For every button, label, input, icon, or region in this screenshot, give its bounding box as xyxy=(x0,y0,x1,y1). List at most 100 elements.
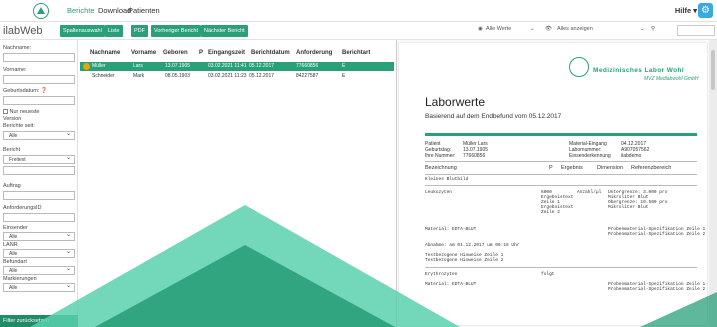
reset-filter-button[interactable]: Filter zurücksetzen xyxy=(0,315,78,327)
cell-report-type: E xyxy=(342,63,346,69)
help-label: Hilfe xyxy=(674,6,692,15)
col-header-report-type[interactable]: Berichtart xyxy=(342,50,370,56)
number-label: Ihre Nummer: xyxy=(425,153,456,159)
cell-lastname: Schneider xyxy=(92,73,115,79)
findings-select[interactable]: Alle xyxy=(3,265,75,275)
top-nav: Berichte Download Patienten Hilfe ▾ ⚙ xyxy=(0,0,717,22)
divider xyxy=(425,161,697,162)
lanr-select[interactable]: Alle xyxy=(3,248,75,258)
divider xyxy=(425,267,697,268)
table-row[interactable]: Schneider Mark 08.05.1903 03.02.2021 11:… xyxy=(80,72,394,81)
birthdate-input[interactable] xyxy=(3,96,75,105)
column-select-button[interactable]: Spaltenauswahl xyxy=(60,25,105,37)
order-id-label: AnforderungsID xyxy=(3,205,42,211)
report-viewer: Medizinisches Labor Wohl MVZ Medlabwohl … xyxy=(396,40,717,327)
order-id-input[interactable] xyxy=(3,213,75,222)
app-logo-icon[interactable] xyxy=(33,3,49,19)
birthdate-label: Geburtsdatum: ❓ xyxy=(3,88,48,94)
settings-gear-icon[interactable]: ⚙ xyxy=(698,3,713,18)
show-filter-select[interactable]: Alles anzeigen xyxy=(557,26,593,32)
show-chevron-down-icon: ⌄ xyxy=(640,26,645,32)
nav-berichte[interactable]: Berichte xyxy=(67,6,95,15)
accent-divider xyxy=(425,133,697,136)
birthdate-label-text: Geburtsdatum: xyxy=(3,88,40,94)
markings-select[interactable]: Alle xyxy=(3,282,75,292)
report-select[interactable]: Freitext xyxy=(3,154,75,164)
report-document: Medizinisches Labor Wohl MVZ Medlabwohl … xyxy=(399,43,707,325)
table-row[interactable]: Müller Lars 13.07.1905 03.02.2021 11:41 … xyxy=(80,62,394,71)
results-table: Nachname Vorname Geboren P Eingangszeit … xyxy=(78,40,396,327)
erythro-name: Erythrozyten xyxy=(425,272,458,277)
lastname-label: Nachname: xyxy=(3,45,32,51)
firstname-label: Vorname: xyxy=(3,67,27,73)
lanr-label: LANR xyxy=(3,242,18,248)
cell-order: 77660856 xyxy=(296,63,319,69)
list-button[interactable]: Liste xyxy=(105,25,123,37)
test-notes: Testbezogene Hinweise Zeile 1 Testbezoge… xyxy=(425,253,504,263)
values-filter-icon: ◉ xyxy=(478,26,483,32)
order-input[interactable] xyxy=(3,191,75,200)
brand-title: ilabWeb xyxy=(3,25,43,37)
col-header-firstname[interactable]: Vorname xyxy=(131,50,156,56)
lab-subtitle: MVZ Medlabwohl GmbH xyxy=(644,76,699,82)
col-header-born[interactable]: Geboren xyxy=(163,50,188,56)
sampling-line: Abnahme: am 01.12.2017 um 09:15 Uhr xyxy=(425,243,520,248)
nav-download[interactable]: Download xyxy=(98,6,131,15)
cell-report-type: E xyxy=(342,73,346,79)
report-text-input[interactable] xyxy=(3,166,75,175)
cell-born: 13.07.1905 xyxy=(165,63,191,69)
report-subtitle: Basierend auf dem Endbefund vom 05.12.20… xyxy=(425,113,562,120)
sender-select[interactable]: Alle xyxy=(3,231,75,241)
cell-report-date: 05.12.2017 xyxy=(249,73,275,79)
version-label: Version xyxy=(3,116,22,122)
material-line: Material: EDTA-BLUT xyxy=(425,227,477,232)
firstname-input[interactable] xyxy=(3,75,75,84)
nav-patienten[interactable]: Patienten xyxy=(128,6,160,15)
sender-code-label: Einsenderkennung xyxy=(569,153,611,159)
report-title: Laborwerte xyxy=(425,95,486,109)
cell-order: 84227587 xyxy=(296,73,319,79)
lab-name: Medizinisches Labor Wohl xyxy=(593,67,685,74)
lab-logo-icon xyxy=(569,57,589,77)
col-header-received[interactable]: Eingangszeit xyxy=(208,50,245,56)
specification-lines: Probenmaterial-Spezifikation Zeile 1 Pro… xyxy=(608,227,706,237)
values-filter-select[interactable]: Alle Werte xyxy=(486,26,511,32)
toolbar: ilabWeb Spaltenauswahl Liste PDF Vorheri… xyxy=(0,22,717,40)
cell-report-date: 05.12.2017 xyxy=(249,63,275,69)
checkbox-box[interactable] xyxy=(3,109,8,115)
reports-since-select[interactable]: Alle xyxy=(3,130,75,140)
pdf-button[interactable]: PDF xyxy=(131,25,148,37)
col-header-order[interactable]: Anforderung xyxy=(296,50,332,56)
cell-born: 08.05.1903 xyxy=(165,73,191,79)
cell-firstname: Mark xyxy=(133,73,145,79)
leuko-result: 6000 Ergebnistext Zeile 1 Ergebnistext Z… xyxy=(541,190,574,215)
erythro-result: folgt xyxy=(541,272,555,277)
col-header-report-date[interactable]: Berichtdatum xyxy=(251,50,290,56)
next-report-button[interactable]: Nächster Bericht xyxy=(201,25,248,37)
viewer-scrollbar[interactable] xyxy=(709,40,717,327)
col-header-lastname[interactable]: Nachname xyxy=(90,50,120,56)
order-label: Auftrag xyxy=(3,183,21,189)
divider xyxy=(425,174,697,175)
help-menu[interactable]: Hilfe ▾ xyxy=(675,6,697,15)
lastname-input[interactable] xyxy=(3,53,75,62)
col-header-p[interactable]: P xyxy=(199,50,203,56)
cell-firstname: Lars xyxy=(133,63,143,69)
col-p: P xyxy=(549,165,553,171)
col-reference: Referenzbereich xyxy=(631,165,672,171)
divider xyxy=(425,185,697,186)
only-newest-checkbox[interactable]: Nur neueste xyxy=(3,109,40,115)
section-title: Kleines Blutbild xyxy=(425,177,469,182)
col-result: Ergebnis xyxy=(561,165,583,171)
reports-since-label: Berichte seit: xyxy=(3,123,35,129)
search-input[interactable] xyxy=(677,25,715,36)
info-icon: ❓ xyxy=(40,88,48,94)
sender-label: Einsender xyxy=(3,225,28,231)
col-designation: Bezeichnung xyxy=(425,165,457,171)
previous-report-button[interactable]: Vorheriger Bericht xyxy=(151,25,202,37)
search-icon[interactable]: ⚲ xyxy=(651,26,655,32)
markings-label: Markierungen xyxy=(3,276,37,282)
eye-icon: 👁 xyxy=(545,26,552,32)
values-chevron-down-icon: ⌄ xyxy=(530,26,535,32)
sender-code-value: ilabdemo xyxy=(621,153,642,159)
